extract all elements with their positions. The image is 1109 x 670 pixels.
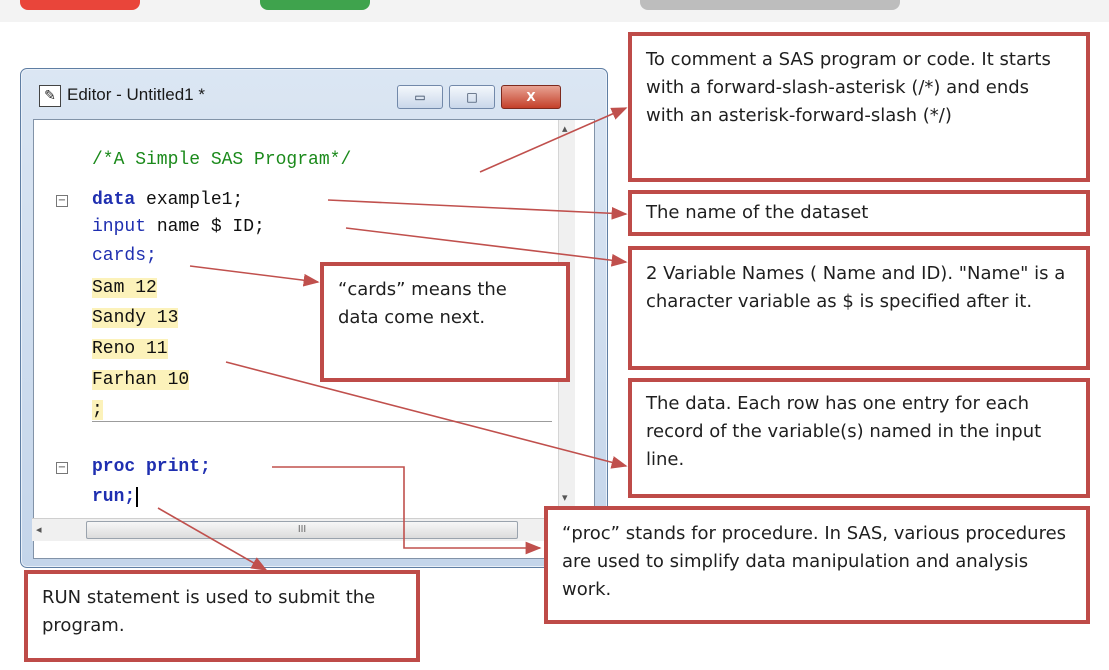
code-line-run[interactable]: run; <box>92 485 139 509</box>
scroll-left-icon[interactable]: ◂ <box>36 523 42 536</box>
decor-stripe-green <box>260 0 370 10</box>
code-line-cards[interactable]: cards; <box>92 244 157 268</box>
scrollbar-thumb[interactable]: III <box>86 521 518 539</box>
code-line-terminator[interactable]: ; <box>92 398 103 422</box>
note-proc: “proc” stands for procedure. In SAS, var… <box>544 506 1090 624</box>
title-bar[interactable]: ✎ Editor - Untitled1 * ▭ □ X <box>21 69 607 117</box>
code-line-input[interactable]: input name $ ID; <box>92 215 265 239</box>
data-row-text: Sam 12 <box>92 278 157 298</box>
fold-toggle-icon[interactable]: − <box>56 462 68 474</box>
code-line-comment[interactable]: /*A Simple SAS Program*/ <box>92 148 351 172</box>
keyword-data: data <box>92 190 136 210</box>
data-row[interactable]: Reno 11 <box>92 337 168 361</box>
scroll-down-icon[interactable]: ▾ <box>562 491 568 504</box>
note-data: The data. Each row has one entry for eac… <box>628 378 1090 498</box>
input-variables: name $ ID; <box>146 217 265 237</box>
data-row-text: Farhan 10 <box>92 370 190 390</box>
fold-toggle-icon[interactable]: − <box>56 195 68 207</box>
keyword-proc: proc print; <box>92 457 211 477</box>
comment-text: /*A Simple SAS Program*/ <box>92 150 352 170</box>
decor-stripe-grey <box>640 0 900 10</box>
decor-stripe-red <box>20 0 140 10</box>
minimize-button[interactable]: ▭ <box>397 85 443 109</box>
note-cards: “cards” means the data come next. <box>320 262 570 382</box>
scroll-up-icon[interactable]: ▴ <box>562 122 568 135</box>
note-dataset: The name of the dataset <box>628 190 1090 236</box>
code-line-data[interactable]: data example1; <box>92 188 243 212</box>
background-banner <box>0 0 1109 22</box>
terminator-text: ; <box>92 400 103 420</box>
data-row[interactable]: Sandy 13 <box>92 306 179 330</box>
code-line-proc[interactable]: proc print; <box>92 455 211 479</box>
data-row-text: Reno 11 <box>92 339 168 359</box>
editor-app-icon: ✎ <box>39 85 61 107</box>
step-separator <box>92 421 552 422</box>
data-row[interactable]: Farhan 10 <box>92 368 190 392</box>
close-button[interactable]: X <box>501 85 561 109</box>
data-row[interactable]: Sam 12 <box>92 276 157 300</box>
maximize-button[interactable]: □ <box>449 85 495 109</box>
keyword-run: run; <box>92 487 136 507</box>
note-run: RUN statement is used to submit the prog… <box>24 570 420 662</box>
note-variables: 2 Variable Names ( Name and ID). "Name" … <box>628 246 1090 370</box>
dataset-name: example1; <box>135 190 244 210</box>
note-comment: To comment a SAS program or code. It sta… <box>628 32 1090 182</box>
data-row-text: Sandy 13 <box>92 308 179 328</box>
keyword-input: input <box>92 217 147 237</box>
keyword-cards: cards; <box>92 246 157 266</box>
window-title: Editor - Untitled1 * <box>67 85 205 104</box>
text-cursor <box>136 487 139 507</box>
